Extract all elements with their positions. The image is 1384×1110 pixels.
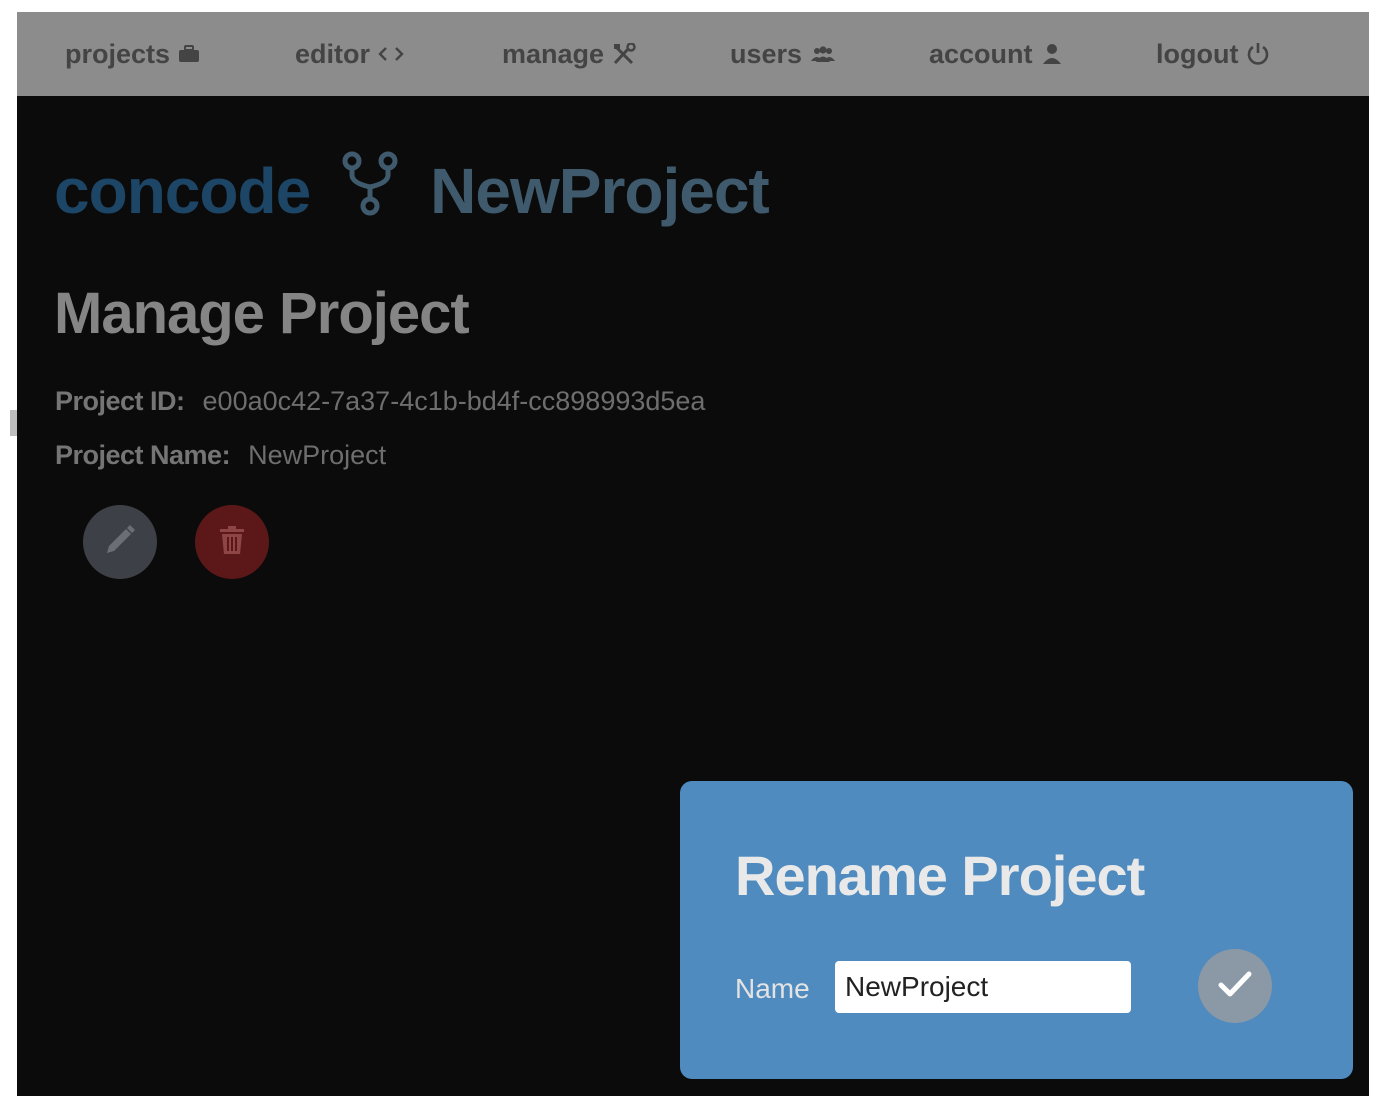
power-icon [1246, 42, 1270, 66]
nav-users[interactable]: users [730, 12, 836, 96]
project-id-label: Project ID: [55, 386, 185, 416]
rename-project-dialog: Rename Project Name [680, 781, 1353, 1079]
window-edge [10, 410, 17, 436]
delete-project-button[interactable] [195, 505, 269, 579]
wrench-icon [612, 43, 636, 65]
code-fork-icon [340, 151, 400, 232]
nav-logout-label: logout [1156, 38, 1239, 69]
nav-manage[interactable]: manage [502, 12, 636, 96]
nav-account-label: account [929, 38, 1033, 69]
dialog-title: Rename Project [735, 844, 1145, 907]
code-icon [378, 45, 404, 63]
users-icon [810, 45, 836, 63]
nav-users-label: users [730, 38, 803, 69]
project-name-header: NewProject [430, 155, 770, 227]
briefcase-icon [178, 45, 200, 63]
top-navbar: projects editor manage users account log… [17, 12, 1369, 96]
project-name-input[interactable] [835, 961, 1131, 1013]
nav-logout[interactable]: logout [1156, 12, 1270, 96]
nav-projects[interactable]: projects [65, 12, 200, 96]
project-name-label: Project Name: [55, 440, 231, 470]
pencil-icon [103, 523, 137, 562]
edit-project-button[interactable] [83, 505, 157, 579]
name-field-label: Name [735, 973, 810, 1004]
confirm-rename-button[interactable] [1198, 949, 1272, 1023]
nav-account[interactable]: account [929, 12, 1063, 96]
project-name-row: Project Name: NewProject [55, 440, 386, 471]
nav-editor[interactable]: editor [295, 12, 404, 96]
nav-editor-label: editor [295, 38, 371, 69]
trash-icon [218, 525, 246, 560]
project-id-value: e00a0c42-7a37-4c1b-bd4f-cc898993d5ea [202, 386, 706, 416]
project-name-value: NewProject [248, 440, 387, 470]
app-window: projects editor manage users account log… [17, 12, 1369, 1096]
page-title: Manage Project [54, 281, 470, 346]
app-logo-text[interactable]: concode [54, 154, 311, 228]
nav-projects-label: projects [65, 38, 171, 69]
checkmark-icon [1217, 969, 1253, 1004]
project-id-row: Project ID: e00a0c42-7a37-4c1b-bd4f-cc89… [55, 386, 705, 417]
user-icon [1041, 43, 1063, 65]
nav-manage-label: manage [502, 38, 605, 69]
brand-header: concode NewProject [54, 146, 770, 236]
